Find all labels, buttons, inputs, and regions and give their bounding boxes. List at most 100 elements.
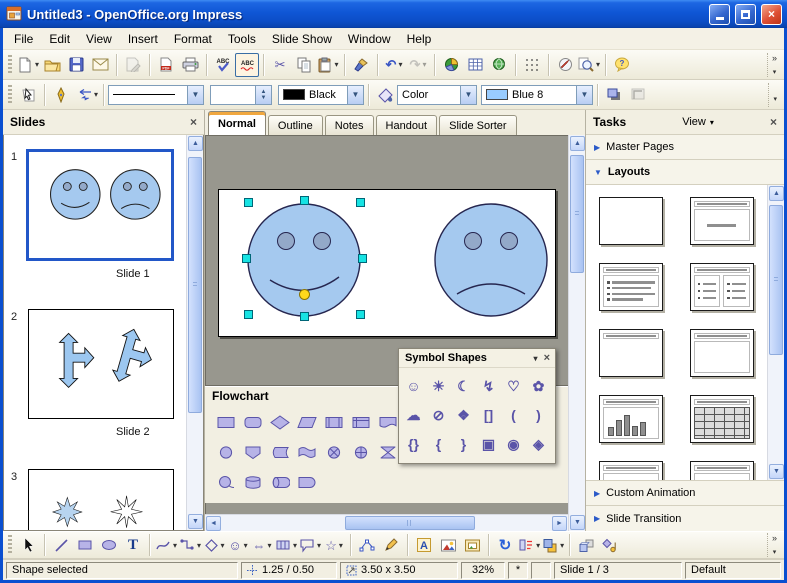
new-document-button[interactable]: ▾ <box>16 53 40 77</box>
flowchart-summing-junction-shape[interactable] <box>324 445 344 460</box>
hyperlink-button[interactable] <box>487 53 511 77</box>
edit-file-button[interactable] <box>121 53 145 77</box>
symbol-shapes-titlebar[interactable]: Symbol Shapes ▾ × <box>399 349 555 368</box>
flowchart-decision-shape[interactable] <box>270 415 290 430</box>
selection-handle[interactable] <box>300 196 309 205</box>
print-button[interactable] <box>178 53 202 77</box>
interaction-tool[interactable] <box>598 533 622 557</box>
tab-handout[interactable]: Handout <box>376 115 438 135</box>
menu-insert[interactable]: Insert <box>120 29 166 49</box>
flowchart-stored-data-shape[interactable] <box>270 445 290 460</box>
slide-1-thumbnail[interactable] <box>26 149 174 261</box>
scroll-down-icon[interactable]: ▼ <box>769 464 784 479</box>
ellipse-tool[interactable] <box>97 533 121 557</box>
autospellcheck-button[interactable]: ABC <box>235 53 259 77</box>
vertical-scrollbar[interactable]: ▲ ▼ <box>568 135 585 531</box>
format-paintbrush-button[interactable] <box>349 53 373 77</box>
save-button[interactable] <box>64 53 88 77</box>
rectangle-tool[interactable] <box>73 533 97 557</box>
redo-button[interactable]: ↷▾ <box>406 53 430 77</box>
scroll-up-icon[interactable]: ▲ <box>570 136 585 151</box>
display-grid-button[interactable] <box>520 53 544 77</box>
layout-title-two-content[interactable] <box>690 263 754 311</box>
layout-partial[interactable] <box>599 461 663 480</box>
block-arrows-tool[interactable]: ⇔▾ <box>250 533 274 557</box>
copy-button[interactable] <box>292 53 316 77</box>
shadow-button[interactable] <box>602 83 626 107</box>
flowchart-internal-storage-shape[interactable] <box>351 415 371 430</box>
selection-handle[interactable] <box>300 312 309 321</box>
section-custom-animation[interactable]: ▶ Custom Animation <box>586 481 784 506</box>
line-tool[interactable] <box>49 533 73 557</box>
symbol-moon-shape[interactable]: ☾ <box>457 379 470 393</box>
fontwork-tool[interactable]: A <box>412 533 436 557</box>
flowchart-direct-access-storage-shape[interactable] <box>270 475 290 490</box>
slides-scrollbar-thumb[interactable] <box>188 157 202 413</box>
symbol-sun-shape[interactable]: ☀ <box>432 379 445 393</box>
selection-handle[interactable] <box>242 254 251 263</box>
text-tool[interactable]: T <box>121 533 145 557</box>
tab-normal[interactable]: Normal <box>208 111 266 135</box>
slide-canvas[interactable] <box>218 189 556 337</box>
menu-file[interactable]: File <box>6 29 41 49</box>
tasks-view-menu[interactable]: View ▾ <box>682 116 714 128</box>
tasks-panel-close-icon[interactable]: × <box>770 115 777 129</box>
arrange-tool[interactable]: ▾ <box>541 533 565 557</box>
menu-tools[interactable]: Tools <box>220 29 264 49</box>
flowchart-off-page-connector-shape[interactable] <box>243 445 263 460</box>
selection-handle[interactable] <box>244 310 253 319</box>
toolbar-grip[interactable] <box>8 55 12 75</box>
layouts-scrollbar-thumb[interactable] <box>769 205 783 355</box>
status-zoom[interactable]: 32% <box>461 562 505 579</box>
open-button[interactable] <box>40 53 64 77</box>
toolbar-overflow[interactable]: » ▾ <box>767 533 781 557</box>
toolbar-overflow[interactable]: » ▾ <box>767 53 781 77</box>
symbol-heart-shape[interactable]: ♡ <box>507 379 520 393</box>
flowchart-process-shape[interactable] <box>216 415 236 430</box>
layout-title-slide[interactable] <box>690 197 754 245</box>
selection-handle[interactable] <box>244 198 253 207</box>
toolbar-grip[interactable] <box>8 535 12 555</box>
flowchart-manual-input-shape[interactable] <box>297 445 317 460</box>
export-pdf-button[interactable]: PDF <box>154 53 178 77</box>
navigator-button[interactable] <box>553 53 577 77</box>
menu-edit[interactable]: Edit <box>41 29 78 49</box>
layout-partial[interactable] <box>690 461 754 480</box>
toolbar-grip[interactable] <box>8 85 12 105</box>
layout-title-chart[interactable] <box>599 395 663 443</box>
stars-tool[interactable]: ☆▾ <box>322 533 346 557</box>
area-dialog-button[interactable] <box>373 83 397 107</box>
symbol-shapes-tool[interactable]: ☺▾ <box>226 533 250 557</box>
frowny-shape[interactable] <box>435 204 547 316</box>
slide-3-thumbnail[interactable] <box>28 469 174 530</box>
layout-title-table[interactable] <box>690 395 754 443</box>
symbol-flower-shape[interactable]: ✿ <box>533 379 545 393</box>
selection-handle[interactable] <box>358 254 367 263</box>
flowchart-predefined-process-shape[interactable] <box>324 415 344 430</box>
flowchart-magnetic-disc-shape[interactable] <box>243 475 263 490</box>
symbol-shapes-menu-icon[interactable]: ▾ <box>534 354 538 363</box>
layout-title-content[interactable] <box>599 263 663 311</box>
alignment-tool[interactable]: ▾ <box>517 533 541 557</box>
symbol-double-bracket-shape[interactable]: [] <box>484 408 493 422</box>
scroll-down-icon[interactable]: ▼ <box>188 514 203 529</box>
fill-type-select[interactable]: Color ▼ <box>397 85 477 105</box>
section-slide-transition[interactable]: ▶ Slide Transition <box>586 506 784 531</box>
line-width-input[interactable]: ▲▼ <box>210 85 272 105</box>
line-color-select[interactable]: Black ▼ <box>278 85 364 105</box>
toolbar-overflow[interactable]: ▾ <box>768 83 781 107</box>
scroll-right-icon[interactable]: ► <box>552 516 567 531</box>
hscroll-thumb[interactable] <box>345 516 475 530</box>
scroll-down-icon[interactable]: ▼ <box>570 515 585 530</box>
symbol-prohibited-shape[interactable]: ⊘ <box>433 408 445 422</box>
flowchart-or-shape[interactable] <box>351 445 371 460</box>
flowchart-document-shape[interactable] <box>378 415 398 430</box>
flowchart-data-shape[interactable] <box>297 415 317 430</box>
section-layouts[interactable]: ▼ Layouts <box>586 160 784 185</box>
section-master-pages[interactable]: ▶ Master Pages <box>586 135 784 160</box>
menu-help[interactable]: Help <box>399 29 440 49</box>
gallery-tool[interactable] <box>460 533 484 557</box>
basic-shapes-tool[interactable]: ▾ <box>202 533 226 557</box>
line-dialog-button[interactable] <box>49 83 73 107</box>
symbol-shapes-close-icon[interactable]: × <box>544 352 550 364</box>
